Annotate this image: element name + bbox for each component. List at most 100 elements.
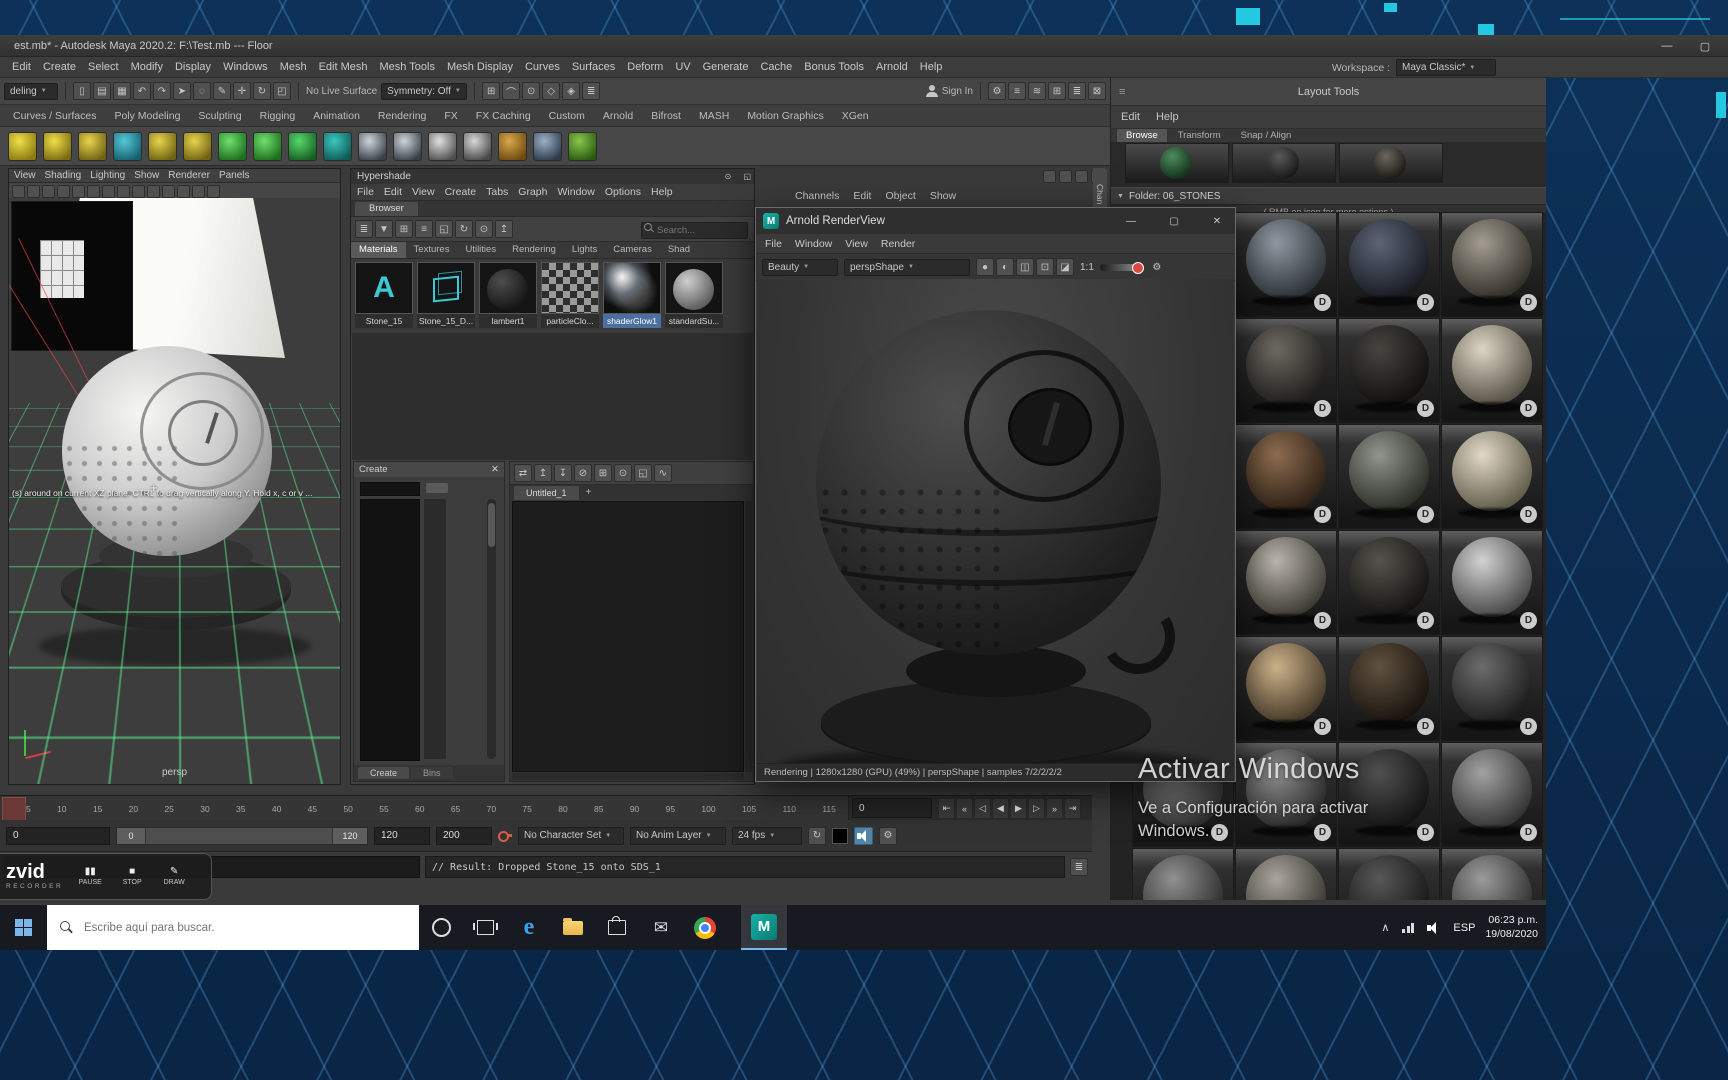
menu-item[interactable]: Display: [169, 61, 217, 73]
arnold-titlebar[interactable]: M Arnold RenderView — ▢ ✕: [756, 208, 1235, 234]
create-filter-field[interactable]: [360, 482, 420, 496]
menu-item[interactable]: Help: [1156, 111, 1179, 123]
viewport-icon[interactable]: [162, 184, 175, 198]
material-swatch[interactable]: particleClo...: [541, 262, 599, 334]
scrollbar[interactable]: [512, 773, 744, 780]
category-tab[interactable]: Shad: [660, 242, 698, 258]
shelf-tool-icon[interactable]: [218, 131, 247, 161]
create-node-list[interactable]: [360, 499, 420, 761]
viewport-icon[interactable]: [102, 184, 115, 198]
menu-item[interactable]: Mesh Tools: [374, 61, 441, 73]
mail-button[interactable]: ✉: [639, 905, 683, 950]
menu-item[interactable]: Panels: [219, 170, 250, 181]
toolbar-icon[interactable]: ▤: [93, 82, 111, 100]
menu-item[interactable]: View: [412, 186, 435, 198]
toolbar-icon[interactable]: ≡: [1008, 82, 1026, 100]
anim-end-field[interactable]: 200: [436, 826, 492, 845]
toolbar-icon[interactable]: ⊞: [594, 464, 612, 482]
maximize-button[interactable]: ▢: [1156, 208, 1192, 234]
menu-item[interactable]: Generate: [697, 61, 755, 73]
menu-item[interactable]: File: [765, 238, 782, 250]
playback-button[interactable]: ⇥: [1064, 798, 1081, 819]
toolbar-icon[interactable]: ⊘: [574, 464, 592, 482]
toolbar-icon[interactable]: ≣: [355, 220, 373, 238]
shelf-tab[interactable]: Animation: [304, 110, 369, 122]
menu-item[interactable]: File: [357, 186, 374, 198]
viewport-icon[interactable]: [207, 184, 220, 198]
toolbar-icon[interactable]: ⊞: [482, 82, 501, 100]
playback-button[interactable]: «: [956, 798, 973, 819]
material-preview-thumb[interactable]: [1339, 143, 1443, 183]
current-frame-field[interactable]: 0: [852, 798, 932, 818]
panel-tab[interactable]: Snap / Align: [1232, 129, 1301, 142]
material-preview-thumb[interactable]: [1125, 143, 1229, 183]
menu-item[interactable]: Object: [885, 190, 915, 202]
shelf-tool-icon[interactable]: [498, 131, 527, 161]
menu-item[interactable]: Graph: [518, 186, 547, 198]
toolbar-icon[interactable]: ⊠: [1088, 82, 1106, 100]
viewport-icon[interactable]: [147, 184, 160, 198]
stone-material-tile[interactable]: D: [1338, 212, 1440, 317]
shelf-tab[interactable]: Rigging: [251, 110, 305, 122]
toolbar-icon[interactable]: ↷: [153, 82, 171, 100]
gear-icon[interactable]: ⚙: [1148, 258, 1166, 276]
shelf-tool-icon[interactable]: [463, 131, 492, 161]
shelf-tab[interactable]: FX: [435, 110, 466, 122]
menu-item[interactable]: Select: [82, 61, 125, 73]
toolbar-icon[interactable]: ≡: [415, 220, 433, 238]
stone-material-tile[interactable]: D: [1338, 318, 1440, 423]
channel-icon[interactable]: [1059, 170, 1072, 183]
shelf-tab[interactable]: Custom: [540, 110, 594, 122]
menu-item[interactable]: Surfaces: [566, 61, 621, 73]
menu-item[interactable]: Show: [134, 170, 159, 181]
bottom-tab[interactable]: Create: [358, 767, 410, 779]
material-swatch[interactable]: shaderGlow1: [603, 262, 661, 334]
shelf-tab[interactable]: Motion Graphics: [738, 110, 832, 122]
bottom-tab[interactable]: Bins: [411, 767, 453, 779]
recorder-button[interactable]: ▮▮ PAUSE: [69, 867, 111, 887]
shelf-tool-icon[interactable]: [533, 131, 562, 161]
toolbar-icon[interactable]: ⚙: [988, 82, 1006, 100]
toolbar-icon[interactable]: ✛: [233, 82, 251, 100]
tray-expand-icon[interactable]: ∧: [1381, 921, 1389, 934]
channel-icon[interactable]: [1075, 170, 1088, 183]
menu-item[interactable]: View: [845, 238, 868, 250]
menu-item[interactable]: UV: [669, 61, 696, 73]
toolbar-icon[interactable]: ⌒: [502, 82, 521, 100]
stone-material-tile[interactable]: D: [1235, 636, 1337, 741]
menu-item[interactable]: Window: [557, 186, 594, 198]
menu-item[interactable]: Shading: [45, 170, 82, 181]
render-tool-icon[interactable]: ●: [976, 258, 994, 276]
aov-dropdown[interactable]: Beauty ▼: [762, 258, 838, 276]
toolbar-icon[interactable]: ↻: [455, 220, 473, 238]
stone-material-tile[interactable]: D: [1235, 742, 1337, 847]
render-tool-icon[interactable]: ⊡: [1036, 258, 1054, 276]
render-tool-icon[interactable]: ◫: [1016, 258, 1034, 276]
toolbar-icon[interactable]: ⊙: [475, 220, 493, 238]
add-tab-button[interactable]: +: [582, 486, 596, 500]
material-preview-thumb[interactable]: [1232, 143, 1336, 183]
scrollbar[interactable]: [487, 499, 496, 759]
toolbar-icon[interactable]: ▯: [73, 82, 91, 100]
menu-item[interactable]: Modify: [125, 61, 169, 73]
menu-item[interactable]: Render: [881, 238, 915, 250]
viewport-icon[interactable]: [132, 184, 145, 198]
menu-set-dropdown[interactable]: deling ▼: [4, 82, 58, 100]
shelf-tab[interactable]: Rendering: [369, 110, 435, 122]
toolbar-icon[interactable]: ⊙: [614, 464, 632, 482]
edge-button[interactable]: [507, 905, 551, 950]
toolbar-icon[interactable]: ↥: [534, 464, 552, 482]
menu-item[interactable]: Edit Mesh: [313, 61, 374, 73]
menu-item[interactable]: Create: [37, 61, 82, 73]
menu-item[interactable]: View: [14, 170, 36, 181]
workspace-dropdown[interactable]: Maya Classic* ▼: [1396, 59, 1496, 76]
toolbar-icon[interactable]: ≣: [1068, 82, 1086, 100]
category-tab[interactable]: Rendering: [504, 242, 564, 258]
restore-button[interactable]: ▢: [1688, 35, 1722, 57]
playback-end-field[interactable]: 120: [374, 826, 430, 845]
anim-layer-dropdown[interactable]: No Anim Layer ▼: [630, 826, 726, 845]
character-set-dropdown[interactable]: No Character Set ▼: [518, 826, 624, 845]
menu-item[interactable]: Bonus Tools: [798, 61, 870, 73]
toolbar-icon[interactable]: ✎: [213, 82, 231, 100]
range-start-handle[interactable]: 0: [117, 827, 146, 844]
